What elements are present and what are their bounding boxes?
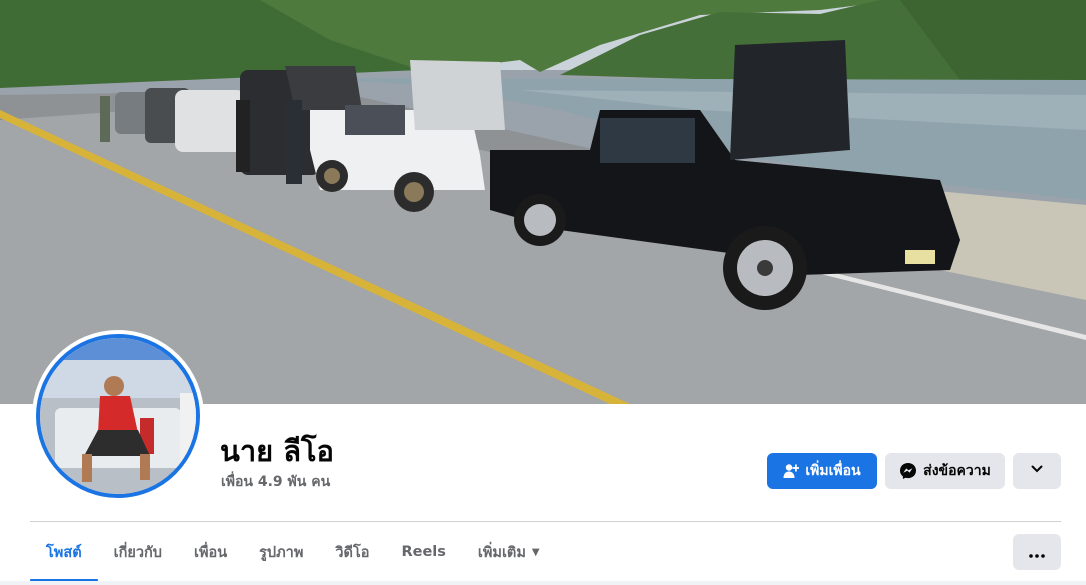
tab-label: เพื่อน bbox=[193, 544, 228, 561]
tab-label: โพสต์ bbox=[46, 544, 82, 561]
profile-options-button[interactable] bbox=[1013, 453, 1061, 489]
profile-tabs: โพสต์ เกี่ยวกับ เพื่อน รูปภาพ วิดีโอ Ree… bbox=[30, 524, 556, 582]
tab-photos[interactable]: รูปภาพ bbox=[243, 524, 319, 580]
tab-videos[interactable]: วิดีโอ bbox=[319, 524, 385, 580]
send-message-button[interactable]: ส่งข้อความ bbox=[885, 453, 1005, 489]
tab-label: Reels bbox=[401, 544, 446, 560]
tab-label: เพิ่มเติม bbox=[477, 544, 526, 561]
tabs-more-options-button[interactable] bbox=[1013, 534, 1061, 570]
send-message-label: ส่งข้อความ bbox=[923, 463, 991, 479]
person-plus-icon bbox=[783, 463, 800, 479]
friends-count[interactable]: เพื่อน 4.9 พัน คน bbox=[221, 471, 330, 493]
add-friend-button[interactable]: เพิ่มเพื่อน bbox=[767, 453, 877, 489]
caret-down-icon: ▼ bbox=[531, 546, 540, 558]
add-friend-label: เพิ่มเพื่อน bbox=[805, 463, 861, 479]
profile-avatar[interactable] bbox=[32, 330, 204, 502]
profile-name: นาย ลีโอ bbox=[220, 434, 334, 468]
header-divider bbox=[30, 521, 1061, 522]
page-bottom-border bbox=[0, 581, 1086, 585]
avatar-image bbox=[36, 334, 200, 498]
profile-page: นาย ลีโอ เพื่อน 4.9 พัน คน เพิ่มเพื่อน ส… bbox=[0, 0, 1086, 585]
tab-label: วิดีโอ bbox=[335, 544, 370, 561]
tab-more[interactable]: เพิ่มเติม ▼ bbox=[462, 524, 556, 580]
tab-label: เกี่ยวกับ bbox=[113, 544, 162, 561]
tab-about[interactable]: เกี่ยวกับ bbox=[98, 524, 178, 580]
chevron-down-icon bbox=[1030, 462, 1044, 480]
tab-reels[interactable]: Reels bbox=[385, 524, 461, 580]
tab-friends[interactable]: เพื่อน bbox=[178, 524, 243, 580]
messenger-icon bbox=[899, 462, 917, 480]
ellipsis-icon bbox=[1029, 543, 1045, 562]
tab-label: รูปภาพ bbox=[259, 544, 304, 561]
tab-posts[interactable]: โพสต์ bbox=[30, 524, 98, 582]
